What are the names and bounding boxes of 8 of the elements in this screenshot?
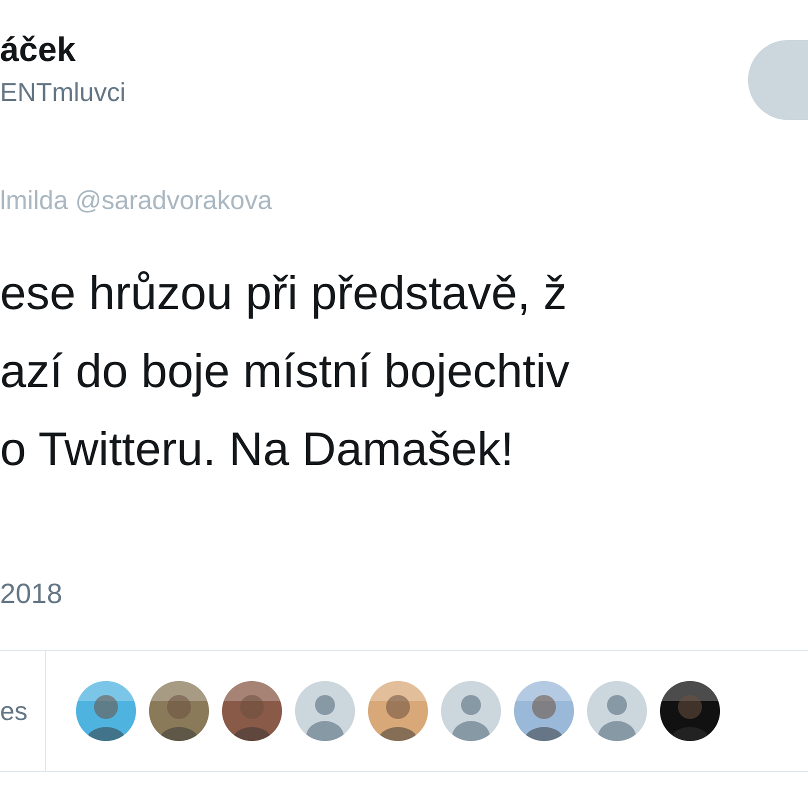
quoted-reply-line: lmilda @saradvorakova: [0, 185, 272, 215]
tweet-date[interactable]: 2018: [0, 578, 62, 609]
likes-label: es: [0, 694, 28, 728]
author-handle[interactable]: ENTmluvci: [0, 74, 126, 110]
tweet-text-line: azí do boje místní bojechtiv: [0, 343, 571, 399]
tweet-text-line: o Twitteru. Na Damašek!: [0, 421, 515, 477]
author-name[interactable]: áček: [0, 28, 126, 72]
tweet-text-line: ese hrůzou při představě, ž: [0, 265, 568, 321]
